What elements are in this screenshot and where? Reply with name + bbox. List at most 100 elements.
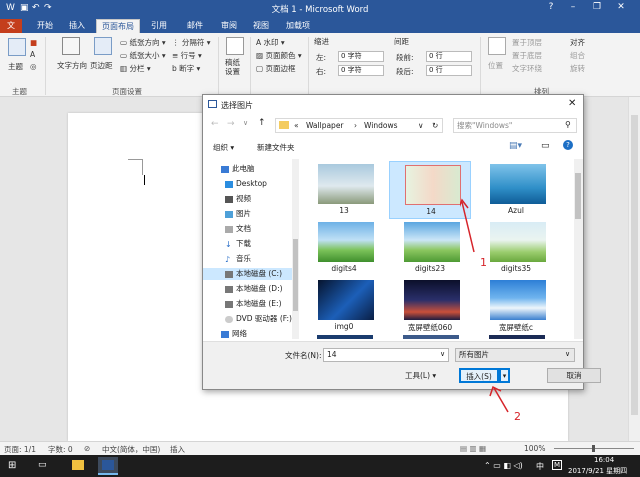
recent-chevron-icon[interactable]: ∨ — [243, 119, 248, 127]
insert-mode[interactable]: 插入 — [170, 444, 185, 455]
view-buttons[interactable]: ▤ ▥ ▦ — [460, 444, 486, 453]
wrap-text-button[interactable]: 文字环绕 — [512, 63, 542, 74]
filetype-select[interactable]: 所有图片 — [455, 348, 575, 362]
space-before-field[interactable]: 0 行 — [426, 51, 472, 62]
proofing-icon[interactable]: ⊘ — [84, 444, 90, 453]
tab-addins[interactable]: 加载项 — [280, 19, 316, 33]
nav-network[interactable]: 网络 — [203, 328, 295, 339]
help-icon[interactable]: ? — [540, 2, 562, 12]
tools-button[interactable]: 工具(L) ▾ — [405, 370, 436, 381]
rotate-button[interactable]: 旋转 — [570, 63, 585, 74]
size-button[interactable]: ▭ 纸张大小 ▾ — [120, 50, 166, 61]
document-scrollbar[interactable] — [628, 97, 640, 441]
scrollbar-thumb[interactable] — [631, 115, 638, 415]
cancel-button[interactable]: 取消 — [547, 368, 601, 383]
word-taskbar-button[interactable] — [98, 457, 118, 475]
text-direction-button[interactable]: 文字方向 — [57, 60, 87, 71]
fonts-icon[interactable]: A — [30, 50, 35, 59]
file-tile-selected[interactable]: 14 — [389, 161, 471, 219]
align-button[interactable]: 对齐 — [570, 37, 585, 48]
bring-forward-button[interactable]: 置于顶层 — [512, 37, 542, 48]
forward-icon[interactable]: → — [227, 119, 235, 129]
effects-icon[interactable]: ◎ — [30, 62, 37, 71]
columns-button[interactable]: ▥ 分栏 ▾ — [120, 63, 151, 74]
nav-music[interactable]: ♪ 音乐 — [203, 253, 295, 265]
theme-button[interactable]: 主题 — [8, 61, 23, 72]
address-windows[interactable]: Windows — [364, 119, 397, 132]
nav-documents[interactable]: 文档 — [203, 223, 295, 235]
margins-icon[interactable] — [94, 37, 112, 55]
orientation-button[interactable]: ▭ 纸张方向 ▾ — [120, 37, 166, 48]
refresh-icon[interactable]: ↻ — [432, 119, 438, 132]
search-input[interactable]: 搜索"Windows" — [453, 118, 577, 133]
restore-button[interactable]: ❐ — [586, 2, 608, 12]
tab-review[interactable]: 审阅 — [214, 19, 244, 33]
view-options-icon[interactable]: ▤▾ — [509, 141, 522, 151]
colors-icon[interactable]: ■ — [30, 38, 37, 47]
file-explorer-icon[interactable] — [72, 460, 84, 470]
page-count[interactable]: 页面: 1/1 — [4, 444, 36, 455]
tab-home[interactable]: 开始 — [30, 19, 60, 33]
clock-time[interactable]: 16:04 — [594, 456, 614, 464]
insert-dropdown-icon[interactable]: ▾ — [499, 368, 510, 383]
dialog-close-icon[interactable]: ✕ — [568, 98, 576, 109]
clock-date[interactable]: 2017/9/21 星期四 — [568, 466, 627, 476]
file-tile[interactable]: digits4 — [303, 219, 385, 277]
address-overflow[interactable]: « — [294, 119, 299, 132]
text-direction-icon[interactable] — [62, 37, 80, 55]
back-icon[interactable]: ← — [211, 119, 219, 129]
gallery-scrollbar-thumb[interactable] — [575, 173, 581, 219]
start-icon[interactable]: ⊞ — [8, 460, 16, 471]
indent-right-field[interactable]: 0 字符 — [338, 65, 384, 76]
nav-videos[interactable]: 视频 — [203, 193, 295, 205]
task-view-icon[interactable]: ▭ — [38, 460, 47, 470]
nav-this-pc[interactable]: 此电脑 — [203, 163, 295, 175]
file-tile[interactable]: 宽屏壁纸c — [475, 277, 557, 335]
word-count[interactable]: 字数: 0 — [48, 444, 73, 455]
send-backward-button[interactable]: 置于底层 — [512, 50, 542, 61]
nav-downloads[interactable]: ↓ 下载 — [203, 238, 295, 250]
filetype-dropdown-icon[interactable]: ∨ — [565, 350, 570, 358]
address-dropdown-icon[interactable]: ∨ — [418, 119, 424, 132]
file-tile[interactable]: 13 — [303, 161, 385, 219]
ime-mode-icon[interactable]: M — [552, 460, 562, 470]
new-folder-button[interactable]: 新建文件夹 — [257, 142, 295, 153]
organize-button[interactable]: 组织 ▾ — [213, 142, 234, 153]
position-icon[interactable] — [488, 37, 506, 55]
nav-local-disk-c[interactable]: 本地磁盘 (C:) — [203, 268, 295, 280]
position-button[interactable]: 位置 — [488, 60, 503, 71]
page-borders-button[interactable]: ▢ 页面边框 — [256, 63, 295, 74]
zoom-level[interactable]: 100% — [524, 444, 545, 453]
file-tile[interactable]: 宽屏壁纸060 — [389, 277, 471, 335]
ime-indicator[interactable]: 中 — [536, 461, 544, 472]
nav-dvd-drive[interactable]: DVD 驱动器 (F:) — [203, 313, 295, 325]
nav-local-disk-d[interactable]: 本地磁盘 (D:) — [203, 283, 295, 295]
up-icon[interactable]: ↑ — [258, 118, 266, 128]
draft-paper-icon[interactable] — [226, 37, 244, 55]
tab-page-layout[interactable]: 页面布局 — [96, 19, 140, 33]
preview-pane-icon[interactable]: ▭ — [541, 141, 550, 151]
group-button[interactable]: 组合 — [570, 50, 585, 61]
draft-paper-button[interactable]: 稿纸 设置 — [225, 58, 240, 76]
margins-button[interactable]: 页边距 — [90, 60, 113, 71]
insert-button[interactable]: 插入(S) — [459, 368, 499, 383]
nav-scrollbar-thumb[interactable] — [293, 239, 298, 311]
tab-references[interactable]: 引用 — [144, 19, 174, 33]
nav-local-disk-e[interactable]: 本地磁盘 (E:) — [203, 298, 295, 310]
nav-desktop[interactable]: Desktop — [203, 178, 295, 190]
file-tile[interactable]: img0 — [303, 277, 385, 335]
tray-icons[interactable]: ⌃ ▭ ◧ ◁) — [484, 461, 523, 470]
filename-input[interactable]: 14 — [323, 348, 449, 362]
file-tile[interactable]: Azul — [475, 161, 557, 219]
tab-insert[interactable]: 插入 — [62, 19, 92, 33]
help-icon[interactable]: ? — [563, 140, 573, 150]
address-wallpaper[interactable]: Wallpaper — [306, 119, 344, 132]
close-button[interactable]: ✕ — [610, 2, 632, 12]
language-status[interactable]: 中文(简体，中国) — [102, 444, 160, 455]
page-color-button[interactable]: ▨ 页面颜色 ▾ — [256, 50, 302, 61]
file-tab[interactable]: 文 — [0, 19, 22, 33]
space-after-field[interactable]: 0 行 — [426, 65, 472, 76]
line-numbers-button[interactable]: ≡ 行号 ▾ — [172, 50, 202, 61]
filename-dropdown-icon[interactable]: ∨ — [440, 350, 445, 358]
theme-icon[interactable] — [8, 38, 26, 56]
